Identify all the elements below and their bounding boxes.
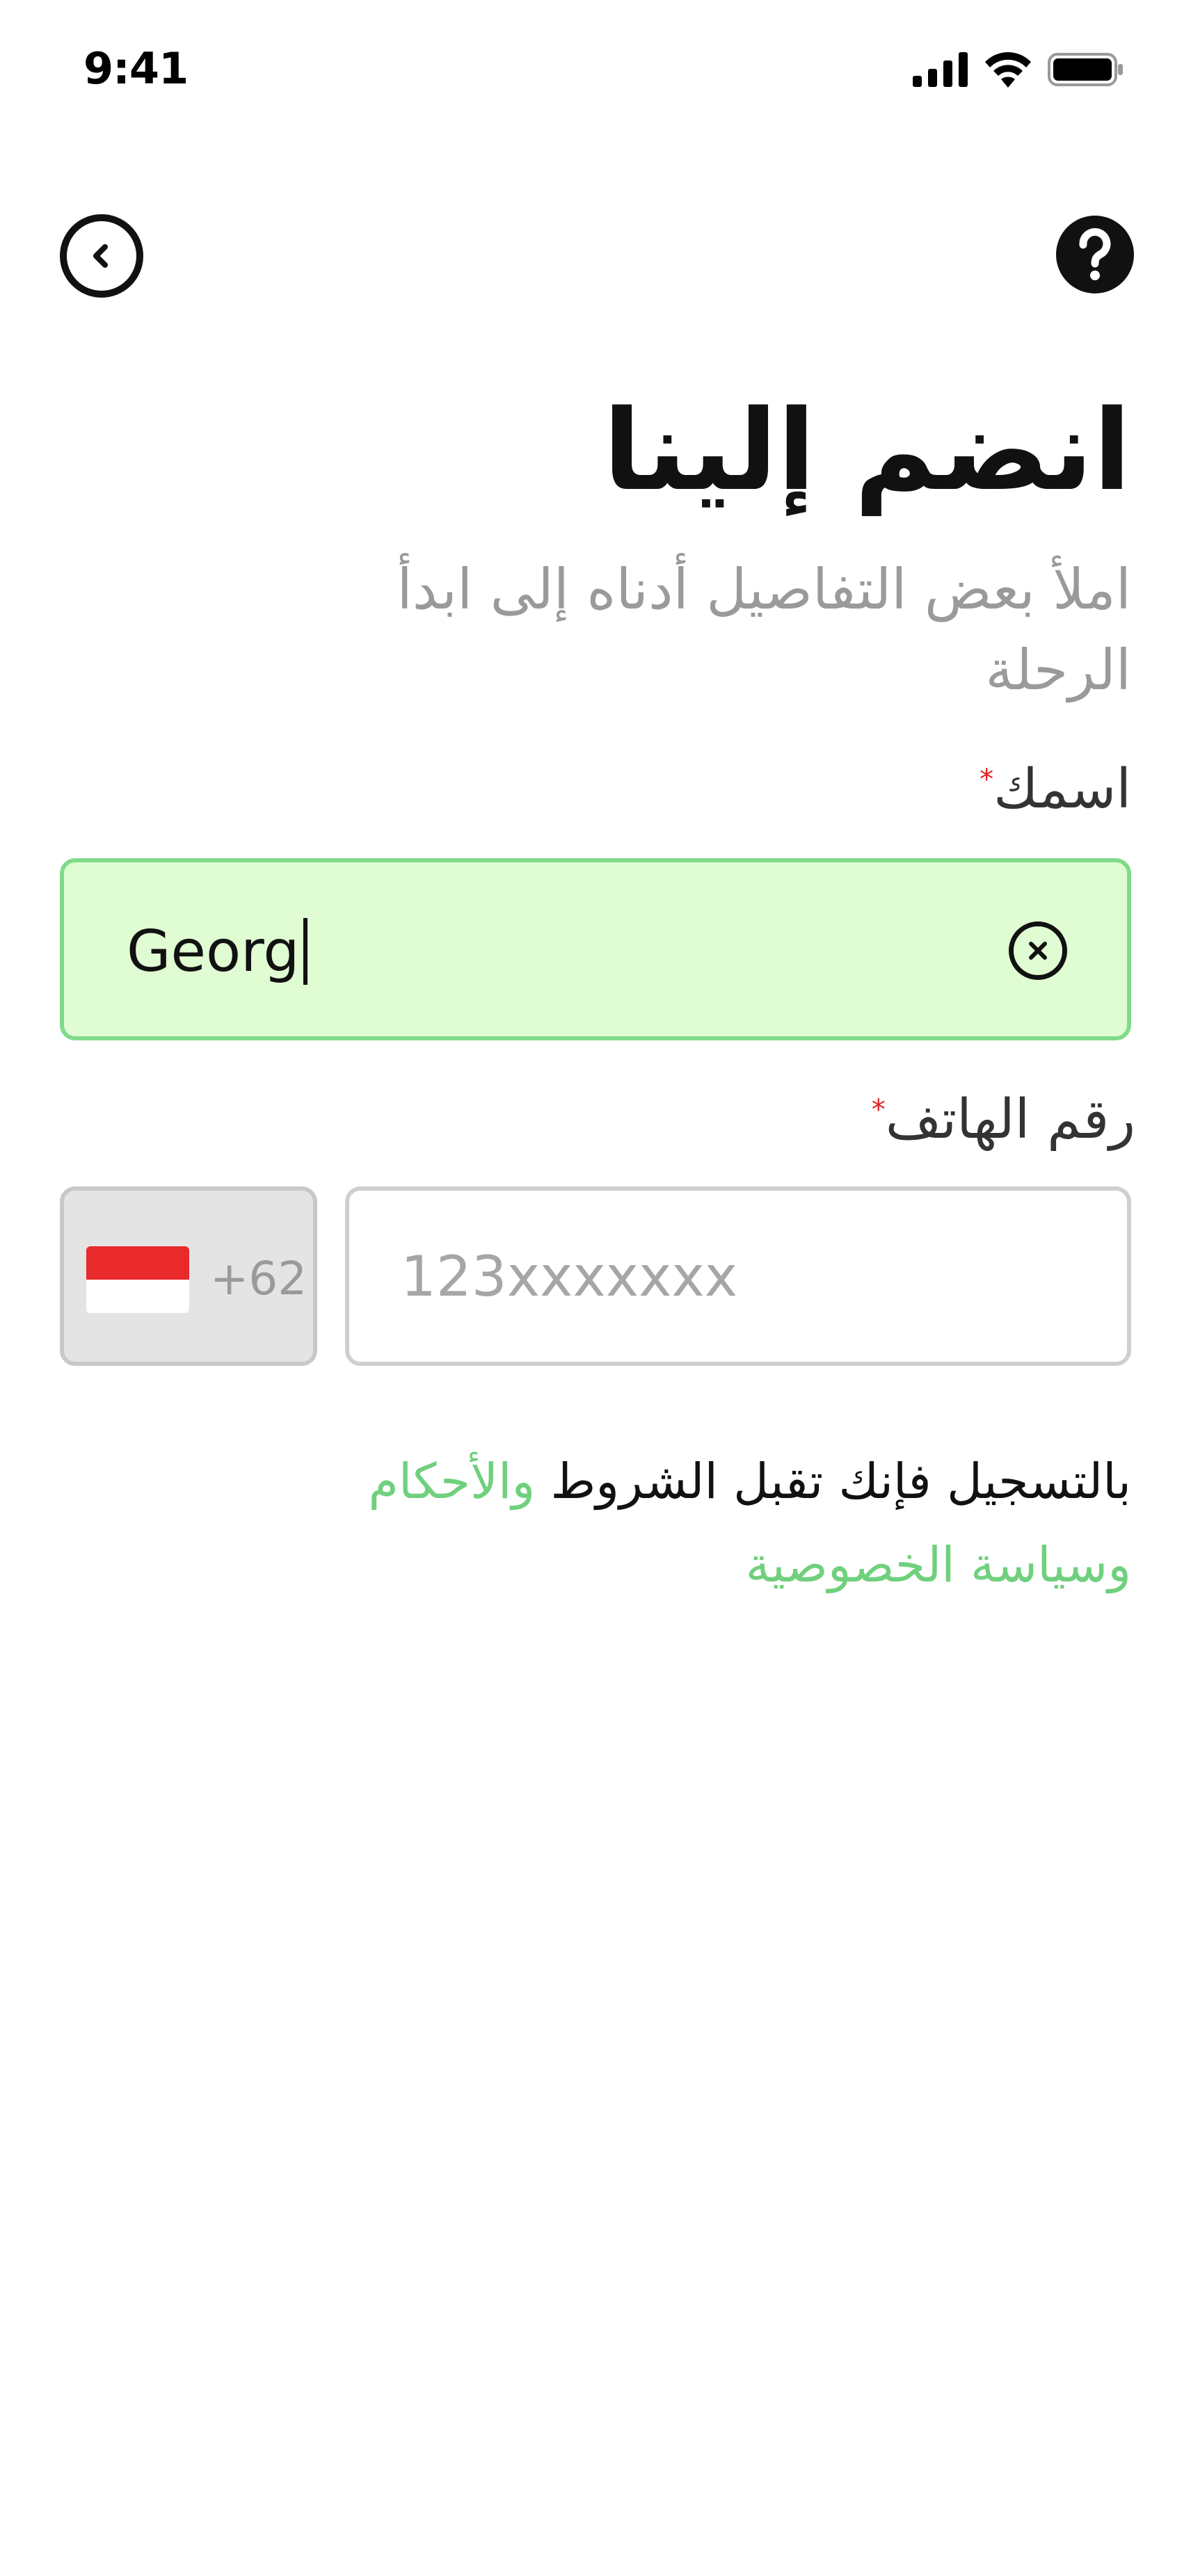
- signal-icon: [913, 52, 968, 87]
- terms-link[interactable]: والأحكام: [368, 1453, 535, 1510]
- terms-text: بالتسجيل فإنك تقبل الشروط والأحكام وسياس…: [366, 1440, 1131, 1607]
- name-input[interactable]: Georg: [127, 918, 308, 985]
- required-mark: *: [980, 764, 994, 796]
- text-caret: [303, 918, 308, 985]
- status-bar: 9:41: [0, 0, 1191, 139]
- help-button[interactable]: [1056, 216, 1134, 293]
- name-value: Georg: [127, 918, 300, 985]
- page-subtitle: املأ بعض التفاصيل أدناه إلى ابدأ الرحلة: [397, 557, 1131, 702]
- privacy-link[interactable]: وسياسة الخصوصية: [746, 1536, 1131, 1593]
- battery-icon: [1048, 53, 1123, 86]
- country-code-selector[interactable]: +62: [60, 1186, 317, 1366]
- phone-field[interactable]: [345, 1186, 1131, 1366]
- status-icons: [913, 51, 1124, 88]
- back-button[interactable]: [60, 214, 143, 298]
- country-code: +62: [210, 1252, 307, 1305]
- page-title: انضم إلينا: [602, 385, 1131, 515]
- name-label: اسمك*: [975, 758, 1131, 821]
- wifi-icon: [985, 52, 1031, 88]
- phone-input[interactable]: [401, 1191, 1069, 1362]
- required-mark: *: [871, 1094, 886, 1126]
- indonesia-flag-icon: [86, 1246, 189, 1313]
- phone-label: رقم الهاتف*: [868, 1088, 1135, 1151]
- help-icon: [1079, 228, 1111, 280]
- name-label-text: اسمك: [993, 758, 1131, 821]
- close-icon: [1029, 942, 1047, 960]
- name-field[interactable]: Georg: [60, 858, 1131, 1040]
- clear-button[interactable]: [1009, 921, 1067, 980]
- terms-prefix: بالتسجيل فإنك تقبل الشروط: [550, 1453, 1131, 1510]
- phone-label-text: رقم الهاتف: [885, 1088, 1135, 1151]
- status-time: 9:41: [83, 43, 189, 94]
- chevron-left-icon: [93, 244, 108, 268]
